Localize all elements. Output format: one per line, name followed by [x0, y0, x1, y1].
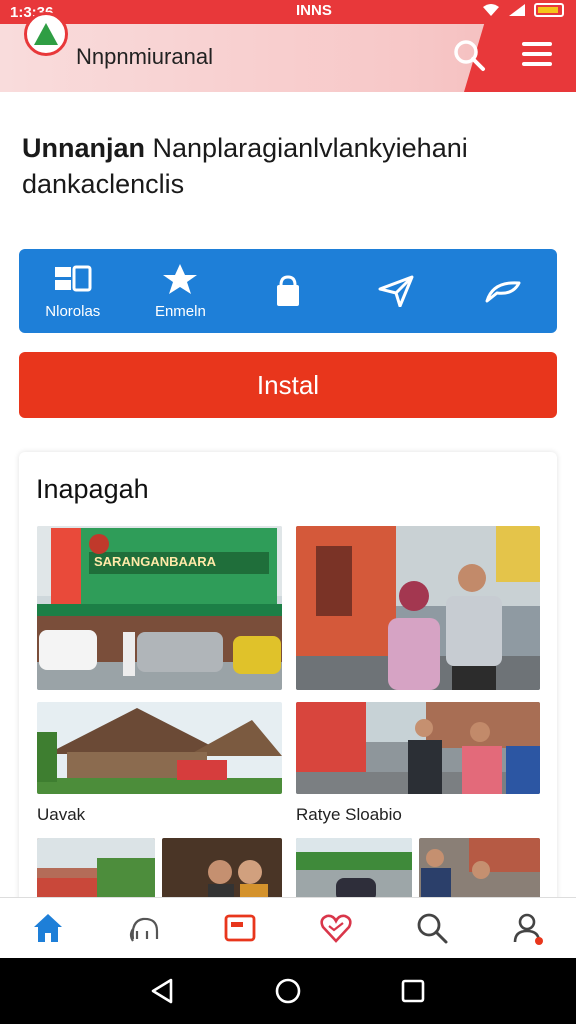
menu-button[interactable] — [522, 42, 552, 70]
bag-icon — [276, 275, 299, 306]
main-content: Unnanjan Nanplaragianlvlankyiehani danka… — [0, 92, 576, 962]
battery-icon — [534, 3, 564, 17]
home-icon — [34, 914, 62, 942]
wifi-icon — [483, 4, 499, 16]
page-headline: Unnanjan Nanplaragianlvlankyiehani danka… — [22, 130, 552, 202]
gallery-photo-couple[interactable] — [296, 526, 540, 690]
bottom-nav — [0, 897, 576, 958]
install-button[interactable]: Instal — [19, 352, 557, 418]
app-logo[interactable] — [24, 12, 68, 56]
nav-profile[interactable] — [503, 903, 553, 953]
swoosh-icon — [485, 281, 521, 303]
send-icon — [378, 275, 414, 307]
gallery-photo-house[interactable] — [37, 702, 282, 794]
gallery-photo-street[interactable] — [296, 702, 540, 794]
headline-bold: Unnanjan — [22, 133, 146, 163]
media-icon — [224, 914, 256, 942]
menu-icon-bar — [522, 62, 552, 66]
search-icon — [417, 913, 448, 944]
banner-text: SARANGANBAARA — [94, 554, 217, 569]
menu-icon-bar — [522, 52, 552, 56]
system-nav-bar — [0, 958, 576, 1024]
logo-triangle — [34, 23, 58, 45]
nav-home[interactable] — [23, 903, 73, 953]
feature-label: Nlorolas — [45, 302, 101, 320]
gallery-caption: Uavak — [37, 805, 86, 824]
star-icon — [163, 263, 198, 294]
heart-icon — [320, 914, 352, 943]
nav-favorites[interactable] — [311, 903, 361, 953]
feature-send[interactable] — [342, 249, 450, 333]
gallery-card: Inapagah SARANGANBAARA Uavak Ratye Sloab… — [19, 452, 557, 962]
home-circle-icon[interactable] — [274, 977, 302, 1005]
search-icon — [454, 40, 485, 71]
app-title: Nnpnmiuranal — [76, 44, 213, 69]
status-carrier: INNS — [296, 2, 332, 19]
nav-media[interactable] — [215, 903, 265, 953]
back-icon[interactable] — [149, 977, 177, 1005]
status-icons — [482, 3, 564, 17]
status-bar: 1:3:36 INNS — [0, 0, 576, 24]
feature-apps[interactable]: Nlorolas — [19, 249, 127, 333]
feature-swoosh[interactable] — [449, 249, 557, 333]
recents-icon[interactable] — [399, 977, 427, 1005]
feature-bag[interactable] — [234, 249, 342, 333]
elephant-icon — [129, 917, 159, 942]
menu-icon — [522, 42, 552, 46]
feature-bar: Nlorolas Enmeln — [19, 249, 557, 333]
headline-rest: Nanplaragianlvlankyiehani — [145, 133, 468, 163]
signal-icon — [509, 4, 525, 16]
headline-line2: dankaclenclis — [22, 169, 185, 199]
gallery-caption: Ratye Sloabio — [296, 805, 402, 824]
search-button[interactable] — [452, 38, 486, 72]
gallery-title: Inapagah — [36, 474, 149, 504]
nav-elephant[interactable] — [119, 903, 169, 953]
gallery-photo-storefront[interactable]: SARANGANBAARA — [37, 526, 282, 690]
apps-icon — [54, 265, 92, 291]
feature-star[interactable]: Enmeln — [127, 249, 235, 333]
feature-label: Enmeln — [154, 302, 206, 320]
nav-search[interactable] — [407, 903, 457, 953]
profile-icon — [513, 913, 543, 945]
